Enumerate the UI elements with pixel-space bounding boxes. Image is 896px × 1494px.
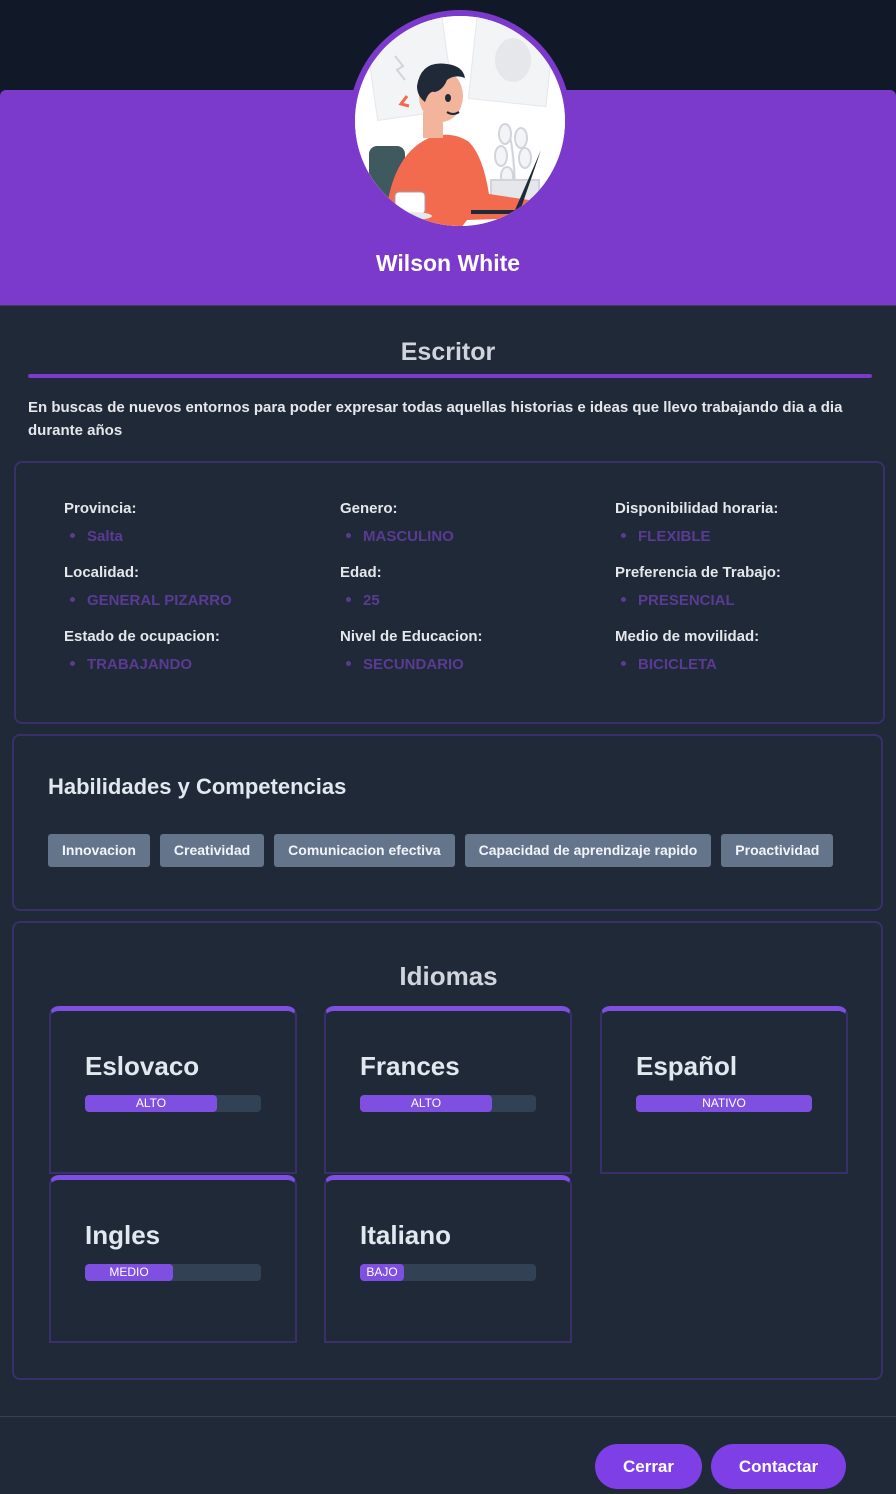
avatar-illustration xyxy=(355,16,565,226)
language-name: Ingles xyxy=(85,1220,161,1250)
skill-chip: Comunicacion efectiva xyxy=(274,834,455,867)
info-item-edad: Edad: 25 xyxy=(340,563,610,627)
bullet-icon xyxy=(346,532,351,538)
bullet-icon xyxy=(621,660,626,666)
skill-chip: Creatividad xyxy=(159,834,265,867)
title-divider xyxy=(28,374,872,378)
bullet-icon xyxy=(70,660,75,666)
info-value: GENERAL PIZARRO xyxy=(64,591,334,611)
info-label: Medio de movilidad: xyxy=(615,628,760,645)
info-label: Estado de ocupacion: xyxy=(64,628,220,645)
skill-chip: Innovacion xyxy=(48,834,150,867)
bullet-icon xyxy=(346,596,351,602)
info-item-preferencia-trabajo: Preferencia de Trabajo: PRESENCIAL xyxy=(615,563,885,627)
bullet-icon xyxy=(621,532,626,538)
language-level-fill: ALTO xyxy=(85,1095,217,1112)
language-level-fill: NATIVO xyxy=(636,1095,812,1112)
info-value: FLEXIBLE xyxy=(615,527,885,547)
profile-card: Wilson White Escritor En buscas de nuevo… xyxy=(0,90,896,1494)
language-name: Español xyxy=(636,1051,738,1081)
info-label: Disponibilidad horaria: xyxy=(615,500,779,517)
skills-chips: Innovacion Creatividad Comunicacion efec… xyxy=(48,834,834,867)
info-value: BICICLETA xyxy=(615,655,885,675)
info-item-disponibilidad: Disponibilidad horaria: FLEXIBLE xyxy=(615,499,885,563)
language-card-frances: Frances ALTO xyxy=(324,1006,572,1174)
bullet-icon xyxy=(621,596,626,602)
languages-title: Idiomas xyxy=(399,961,498,991)
info-column-1: Provincia: Salta Localidad: GENERAL PIZA… xyxy=(64,499,334,691)
language-level-bar: ALTO xyxy=(360,1095,536,1112)
language-level-fill: MEDIO xyxy=(85,1264,173,1281)
person-at-laptop-illustration xyxy=(355,16,565,226)
info-value: MASCULINO xyxy=(340,527,610,547)
info-value: SECUNDARIO xyxy=(340,655,610,675)
job-title: Escritor xyxy=(400,338,496,366)
skill-chip: Capacidad de aprendizaje rapido xyxy=(464,834,712,867)
info-value: Salta xyxy=(64,527,334,547)
avatar xyxy=(349,10,571,232)
info-item-genero: Genero: MASCULINO xyxy=(340,499,610,563)
skill-chip: Proactividad xyxy=(721,834,834,867)
language-level-bar: BAJO xyxy=(360,1264,536,1281)
footer-divider xyxy=(0,1416,896,1417)
info-label: Localidad: xyxy=(64,564,140,581)
bullet-icon xyxy=(346,660,351,666)
info-label: Genero: xyxy=(340,500,398,517)
info-item-provincia: Provincia: Salta xyxy=(64,499,334,563)
info-value: TRABAJANDO xyxy=(64,655,334,675)
language-name: Italiano xyxy=(360,1220,452,1250)
info-item-localidad: Localidad: GENERAL PIZARRO xyxy=(64,563,334,627)
language-level-bar: NATIVO xyxy=(636,1095,812,1112)
info-item-medio-movilidad: Medio de movilidad: BICICLETA xyxy=(615,627,885,691)
language-name: Eslovaco xyxy=(85,1051,200,1081)
info-value: PRESENCIAL xyxy=(615,591,885,611)
language-card-ingles: Ingles MEDIO xyxy=(49,1175,297,1343)
language-level-fill: BAJO xyxy=(360,1264,404,1281)
skills-title: Habilidades y Competencias xyxy=(48,774,347,799)
info-label: Provincia: xyxy=(64,500,137,517)
language-level-bar: MEDIO xyxy=(85,1264,261,1281)
info-label: Nivel de Educacion: xyxy=(340,628,483,645)
languages-panel: Idiomas Eslovaco ALTO Frances ALTO Españ… xyxy=(12,921,883,1380)
info-column-3: Disponibilidad horaria: FLEXIBLE Prefere… xyxy=(615,499,885,691)
bullet-icon xyxy=(70,596,75,602)
info-label: Preferencia de Trabajo: xyxy=(615,564,781,581)
info-label: Edad: xyxy=(340,564,382,581)
profile-bio: En buscas de nuevos entornos para poder … xyxy=(28,399,843,439)
profile-name: Wilson White xyxy=(375,250,521,276)
language-card-espanol: Español NATIVO xyxy=(600,1006,848,1174)
language-card-eslovaco: Eslovaco ALTO xyxy=(49,1006,297,1174)
language-card-italiano: Italiano BAJO xyxy=(324,1175,572,1343)
info-panel: Provincia: Salta Localidad: GENERAL PIZA… xyxy=(14,461,885,724)
info-column-2: Genero: MASCULINO Edad: 25 Nivel de Educ… xyxy=(340,499,610,691)
info-item-nivel-educacion: Nivel de Educacion: SECUNDARIO xyxy=(340,627,610,691)
contact-button[interactable]: Contactar xyxy=(711,1444,846,1489)
close-button[interactable]: Cerrar xyxy=(595,1444,702,1489)
language-level-fill: ALTO xyxy=(360,1095,492,1112)
language-name: Frances xyxy=(360,1051,460,1081)
info-value: 25 xyxy=(340,591,610,611)
info-item-estado-ocupacion: Estado de ocupacion: TRABAJANDO xyxy=(64,627,334,691)
bullet-icon xyxy=(70,532,75,538)
language-level-bar: ALTO xyxy=(85,1095,261,1112)
skills-panel: Habilidades y Competencias Innovacion Cr… xyxy=(12,734,883,911)
